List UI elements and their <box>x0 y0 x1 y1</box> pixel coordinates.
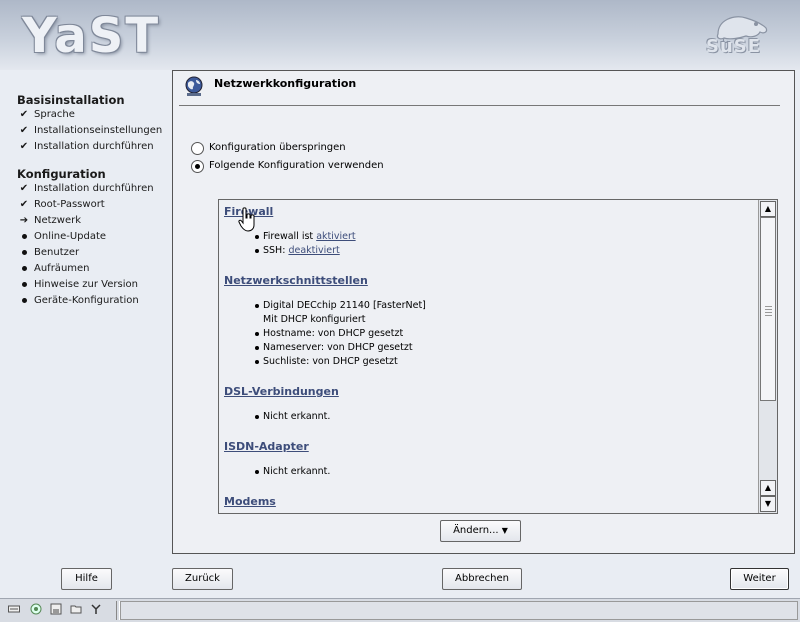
step-installation-durchfuehren-2: ✔ Installation durchführen <box>17 182 154 196</box>
summary-content: Firewall Firewall ist aktiviert SSH: dea… <box>219 200 757 513</box>
list-item: Firewall ist aktiviert <box>255 231 356 242</box>
grip-icon <box>765 306 772 318</box>
vertical-scrollbar[interactable]: ▲ ▲ ▼ <box>758 200 777 513</box>
hand-cursor-icon <box>238 207 255 232</box>
keyboard-icon[interactable] <box>8 603 20 615</box>
bullet-icon <box>21 266 27 271</box>
scrollbar-thumb[interactable] <box>760 217 776 401</box>
list-item: Digital DECchip 21140 [FasterNet] <box>255 300 426 311</box>
checkmark-icon: ✔ <box>19 141 29 152</box>
list-item: Nameserver: von DHCP gesetzt <box>255 342 413 353</box>
main-panel: Netzwerkkonfiguration Konfiguration über… <box>172 70 795 554</box>
step-installation-durchfuehren: ✔ Installation durchführen <box>17 140 154 154</box>
suse-logo: SuSE <box>700 10 774 62</box>
scroll-up-button-lower[interactable]: ▲ <box>760 480 776 496</box>
heading-netzwerkschnittstellen-link[interactable]: Netzwerkschnittstellen <box>224 274 368 287</box>
step-geraete-konfiguration: Geräte-Konfiguration <box>17 294 139 308</box>
list-item: Nicht erkannt. <box>255 411 330 422</box>
dropdown-arrow-icon: ▼ <box>501 526 508 535</box>
section-title-konfiguration: Konfiguration <box>17 167 106 181</box>
list-item: Nicht erkannt. <box>255 466 330 477</box>
step-online-update: Online-Update <box>17 230 106 244</box>
bullet-icon <box>21 234 27 239</box>
list-item: Mit DHCP konfiguriert <box>263 314 366 325</box>
tools-icon[interactable] <box>90 603 102 615</box>
bullet-icon <box>21 250 27 255</box>
list-item: Hostname: von DHCP gesetzt <box>255 328 403 339</box>
radio-button-selected-icon[interactable] <box>191 159 204 173</box>
abort-button[interactable]: Abbrechen <box>442 568 522 590</box>
list-item: SSH: deaktiviert <box>255 245 340 256</box>
desktop-panel <box>0 598 800 622</box>
checkmark-icon: ✔ <box>19 183 29 194</box>
checkmark-icon: ✔ <box>19 125 29 136</box>
step-root-passwort: ✔ Root-Passwort <box>17 198 105 212</box>
change-button[interactable]: Ändern... ▼ <box>440 520 521 542</box>
network-globe-icon <box>185 76 203 96</box>
list-item: Suchliste: von DHCP gesetzt <box>255 356 398 367</box>
scroll-down-button[interactable]: ▼ <box>760 496 776 512</box>
suse-wordmark: SuSE <box>706 36 762 57</box>
step-netzwerk: ➔ Netzwerk <box>17 214 81 228</box>
heading-modems-link[interactable]: Modems <box>224 495 276 508</box>
page-title: Netzwerkkonfiguration <box>214 77 357 90</box>
checkmark-icon: ✔ <box>19 109 29 120</box>
step-benutzer: Benutzer <box>17 246 79 260</box>
scroll-up-button[interactable]: ▲ <box>760 201 776 217</box>
heading-dsl-link[interactable]: DSL-Verbindungen <box>224 385 339 398</box>
folder-icon[interactable] <box>70 603 82 615</box>
bullet-icon <box>21 282 27 287</box>
arrow-right-icon: ➔ <box>19 215 29 226</box>
ssh-disabled-link[interactable]: deaktiviert <box>288 245 339 256</box>
yast-banner: YaST SuSE <box>0 0 800 70</box>
section-title-basisinstallation: Basisinstallation <box>17 93 125 107</box>
installation-steps-sidebar: Basisinstallation ✔ Sprache ✔ Installation… <box>0 70 170 560</box>
network-summary-richtext[interactable]: Firewall Firewall ist aktiviert SSH: dea… <box>218 199 778 514</box>
checkmark-icon: ✔ <box>19 199 29 210</box>
radio-skip-configuration[interactable]: Konfiguration überspringen <box>191 140 346 156</box>
yast-logo: YaST <box>22 8 161 64</box>
bullet-icon <box>21 298 27 303</box>
help-button[interactable]: Hilfe <box>61 568 112 590</box>
radio-use-configuration[interactable]: Folgende Konfiguration verwenden <box>191 158 384 174</box>
power-icon[interactable] <box>30 603 42 615</box>
disk-icon[interactable] <box>50 603 62 615</box>
taskbar-area[interactable] <box>120 601 798 620</box>
step-aufraeumen: Aufräumen <box>17 262 90 276</box>
step-sprache: ✔ Sprache <box>17 108 75 122</box>
heading-isdn-link[interactable]: ISDN-Adapter <box>224 440 309 453</box>
title-divider <box>179 105 780 106</box>
radio-button-icon[interactable] <box>191 141 204 155</box>
firewall-enabled-link[interactable]: aktiviert <box>316 231 355 242</box>
step-installationseinstellungen: ✔ Installationseinstellungen <box>17 124 162 138</box>
step-hinweise-zur-version: Hinweise zur Version <box>17 278 138 292</box>
next-button[interactable]: Weiter <box>730 568 789 590</box>
back-button[interactable]: Zurück <box>172 568 233 590</box>
